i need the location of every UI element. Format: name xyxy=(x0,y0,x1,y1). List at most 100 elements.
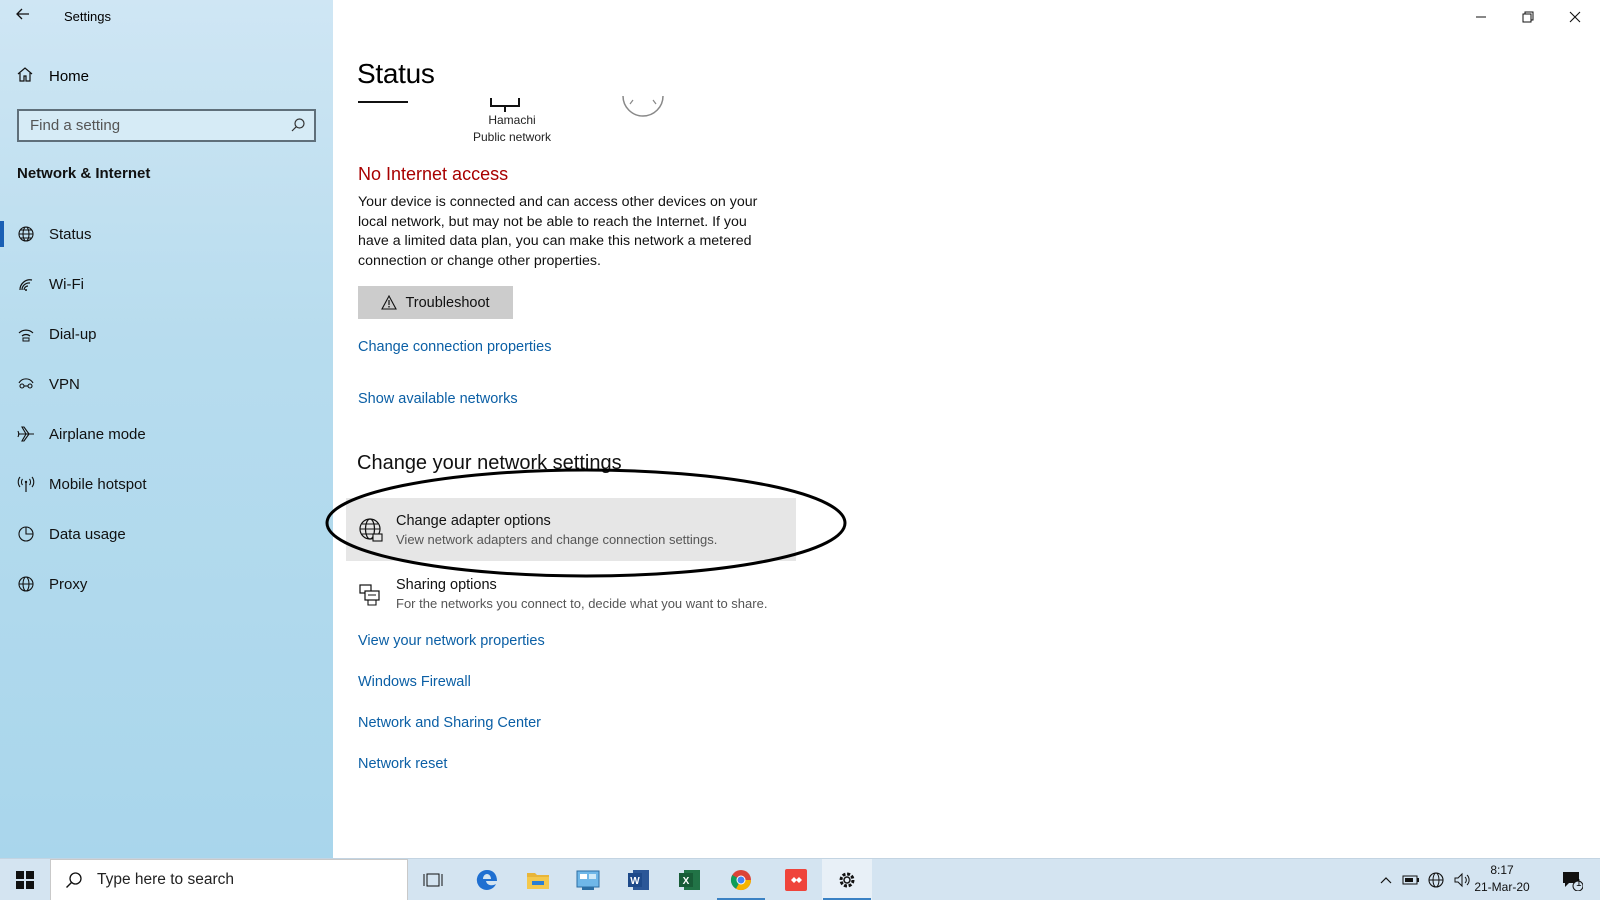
minimize-icon xyxy=(1476,16,1486,18)
troubleshoot-button[interactable]: Troubleshoot xyxy=(358,286,513,319)
chevron-up-icon xyxy=(1380,877,1392,884)
option-subtitle: For the networks you connect to, decide … xyxy=(396,595,768,611)
task-view-icon xyxy=(423,873,443,887)
taskbar-search-placeholder: Type here to search xyxy=(97,871,234,888)
gear-icon xyxy=(839,872,855,888)
close-button[interactable] xyxy=(1552,0,1598,34)
home-icon xyxy=(16,65,36,87)
sidebar-item-airplane-mode[interactable]: Airplane mode xyxy=(0,409,333,459)
battery-icon xyxy=(1402,875,1419,885)
find-setting-search[interactable] xyxy=(17,109,316,142)
search-icon[interactable] xyxy=(290,117,306,133)
back-arrow-icon[interactable] xyxy=(15,6,37,28)
hotspot-icon xyxy=(16,475,36,493)
restore-button[interactable] xyxy=(1505,0,1551,34)
sidebar-item-label: Data usage xyxy=(49,525,126,543)
connection-status-heading: No Internet access xyxy=(358,164,509,184)
minimize-button[interactable] xyxy=(1458,0,1504,34)
network-sharing-center-link[interactable]: Network and Sharing Center xyxy=(358,715,541,731)
sidebar-item-home-label: Home xyxy=(49,67,90,85)
change-adapter-options-item[interactable]: Change adapter options View network adap… xyxy=(346,498,796,561)
restore-icon xyxy=(1522,11,1534,23)
clock-time: 8:17 xyxy=(1490,863,1514,877)
sidebar-item-label: Status xyxy=(49,225,92,243)
connection-status-description: Your device is connected and can access … xyxy=(358,194,758,269)
sidebar-item-mobile-hotspot[interactable]: Mobile hotspot xyxy=(0,459,333,509)
warning-icon xyxy=(381,295,398,310)
sidebar-item-data-usage[interactable]: Data usage xyxy=(0,509,333,559)
dialup-icon xyxy=(16,325,36,343)
taskbar-app-chrome[interactable] xyxy=(716,859,766,900)
sidebar-item-wifi[interactable]: Wi-Fi xyxy=(0,259,333,309)
sidebar-item-status[interactable]: Status xyxy=(0,209,333,259)
wifi-icon xyxy=(16,275,36,293)
settings-sidebar: Settings Home Network & Internet Status … xyxy=(0,0,333,858)
sidebar-section-title: Network & Internet xyxy=(17,165,151,182)
sidebar-item-proxy[interactable]: Proxy xyxy=(0,559,333,609)
network-globe-icon xyxy=(1428,872,1444,888)
excel-icon: X xyxy=(679,870,700,890)
task-view-button[interactable] xyxy=(408,859,458,900)
show-available-networks-link[interactable]: Show available networks xyxy=(358,391,518,407)
sidebar-item-label: Wi-Fi xyxy=(49,275,84,293)
show-hidden-icons-button[interactable] xyxy=(1375,859,1397,900)
taskbar-app-file-explorer[interactable] xyxy=(513,859,563,900)
change-connection-properties-link[interactable]: Change connection properties xyxy=(358,339,551,355)
start-button[interactable] xyxy=(0,859,50,900)
sidebar-item-dialup[interactable]: Dial-up xyxy=(0,309,333,359)
taskbar-search-box[interactable]: Type here to search xyxy=(50,859,408,900)
taskbar-app-anydesk[interactable] xyxy=(771,859,821,900)
taskbar-app-edge[interactable] xyxy=(462,859,512,900)
sidebar-item-vpn[interactable]: VPN xyxy=(0,359,333,409)
data-usage-icon xyxy=(16,525,36,543)
chrome-icon xyxy=(730,870,752,891)
page-title: Status xyxy=(357,58,435,89)
network-settings-heading: Change your network settings xyxy=(357,452,622,474)
sharing-printer-icon xyxy=(356,581,386,607)
svg-text:W: W xyxy=(630,876,640,887)
internet-globe-icon xyxy=(622,96,664,117)
network-type: Public network xyxy=(472,130,552,144)
sidebar-item-label: Proxy xyxy=(49,575,88,593)
notification-count: 1 xyxy=(1576,878,1582,889)
sidebar-item-label: VPN xyxy=(49,375,80,393)
vpn-icon xyxy=(16,375,36,393)
control-panel-icon xyxy=(576,870,600,890)
adapter-globe-icon xyxy=(356,517,386,543)
network-reset-link[interactable]: Network reset xyxy=(358,756,447,772)
troubleshoot-label: Troubleshoot xyxy=(405,294,490,311)
taskbar-app-control-panel[interactable] xyxy=(563,859,613,900)
folder-icon xyxy=(527,873,549,889)
view-network-properties-link[interactable]: View your network properties xyxy=(358,633,545,649)
edge-icon xyxy=(476,869,497,890)
network-tray-button[interactable] xyxy=(1424,859,1448,900)
window-title: Settings xyxy=(64,9,111,24)
sidebar-item-home[interactable]: Home xyxy=(0,60,333,92)
option-title: Sharing options xyxy=(396,576,497,593)
taskbar-app-settings[interactable] xyxy=(822,859,872,900)
close-icon xyxy=(1569,11,1581,23)
word-icon: W xyxy=(628,870,649,890)
sidebar-nav: Status Wi-Fi Dial-up VPN Airplane mode M… xyxy=(0,209,333,609)
option-subtitle: View network adapters and change connect… xyxy=(396,531,718,547)
sidebar-item-label: Airplane mode xyxy=(49,425,146,443)
option-title: Change adapter options xyxy=(396,512,551,529)
taskbar-clock[interactable]: 8:17 21-Mar-20 xyxy=(1466,862,1538,896)
taskbar-app-word[interactable]: W xyxy=(614,859,664,900)
globe-icon xyxy=(16,575,36,593)
sharing-options-item[interactable]: Sharing options For the networks you con… xyxy=(346,562,796,625)
clock-date: 21-Mar-20 xyxy=(1474,880,1530,894)
anydesk-icon xyxy=(785,869,807,891)
airplane-icon xyxy=(16,425,36,443)
windows-logo-icon xyxy=(16,871,34,889)
hamachi-adapter-icon xyxy=(490,98,520,112)
svg-text:X: X xyxy=(683,876,690,887)
battery-tray-button[interactable] xyxy=(1399,859,1423,900)
windows-firewall-link[interactable]: Windows Firewall xyxy=(358,674,471,690)
taskbar: Type here to search W X 8:17 21-Mar-20 1 xyxy=(0,858,1600,900)
action-center-button[interactable]: 1 xyxy=(1552,859,1592,900)
taskbar-app-excel[interactable]: X xyxy=(665,859,715,900)
network-name: Hamachi xyxy=(488,113,536,127)
sidebar-item-label: Dial-up xyxy=(49,325,97,343)
find-setting-input[interactable] xyxy=(30,117,280,134)
